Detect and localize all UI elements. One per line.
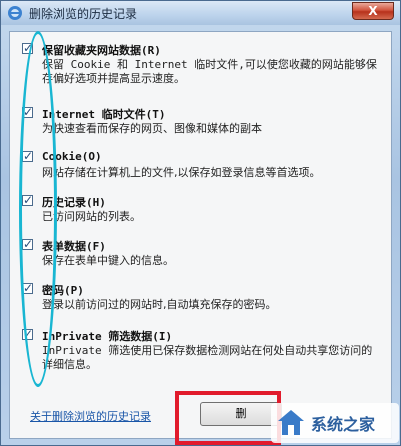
highlight-oval-annotation <box>19 31 57 387</box>
option-description: 为快速查看而保存的网页、图像和媒体的副本 <box>42 122 262 135</box>
option-description: InPrivate 筛选使用已保存数据检测网站在何处自动共享您访问的详细信息。 <box>42 344 373 371</box>
option-description: 保存在表单中键入的信息。 <box>42 254 174 267</box>
watermark-text: 系统之家 <box>311 415 376 434</box>
option-title: InPrivate 筛选数据(I) <box>42 330 173 343</box>
watermark-logo <box>278 410 304 435</box>
option-title: Internet 临时文件(T) <box>42 108 166 121</box>
option-description: 已访问网站的列表。 <box>42 210 141 223</box>
site-watermark: 系统之家 <box>271 403 399 443</box>
option-description: 网站存储在计算机上的文件,以保存如登录信息等首选项。 <box>42 166 321 179</box>
delete-history-dialog: 删除浏览的历史记录 X 保留收藏夹网站数据(R) 保留 Cookie 和 Int… <box>0 0 401 446</box>
close-button[interactable]: X <box>352 2 394 20</box>
title-bar: 删除浏览的历史记录 X <box>1 1 400 25</box>
option-title: 保留收藏夹网站数据(R) <box>42 44 161 57</box>
window-title: 删除浏览的历史记录 <box>29 7 138 21</box>
highlight-box-annotation <box>175 391 281 445</box>
dialog-content: 保留收藏夹网站数据(R) 保留 Cookie 和 Internet 临时文件,可… <box>9 31 392 439</box>
option-description: 登录以前访问过的网站时,自动填充保存的密码。 <box>42 298 277 311</box>
ie-icon <box>8 6 22 20</box>
option-description: 保留 Cookie 和 Internet 临时文件,可以使您收藏的网站能够保存偏… <box>42 58 377 85</box>
about-delete-history-link[interactable]: 关于删除浏览的历史记录 <box>30 408 151 424</box>
